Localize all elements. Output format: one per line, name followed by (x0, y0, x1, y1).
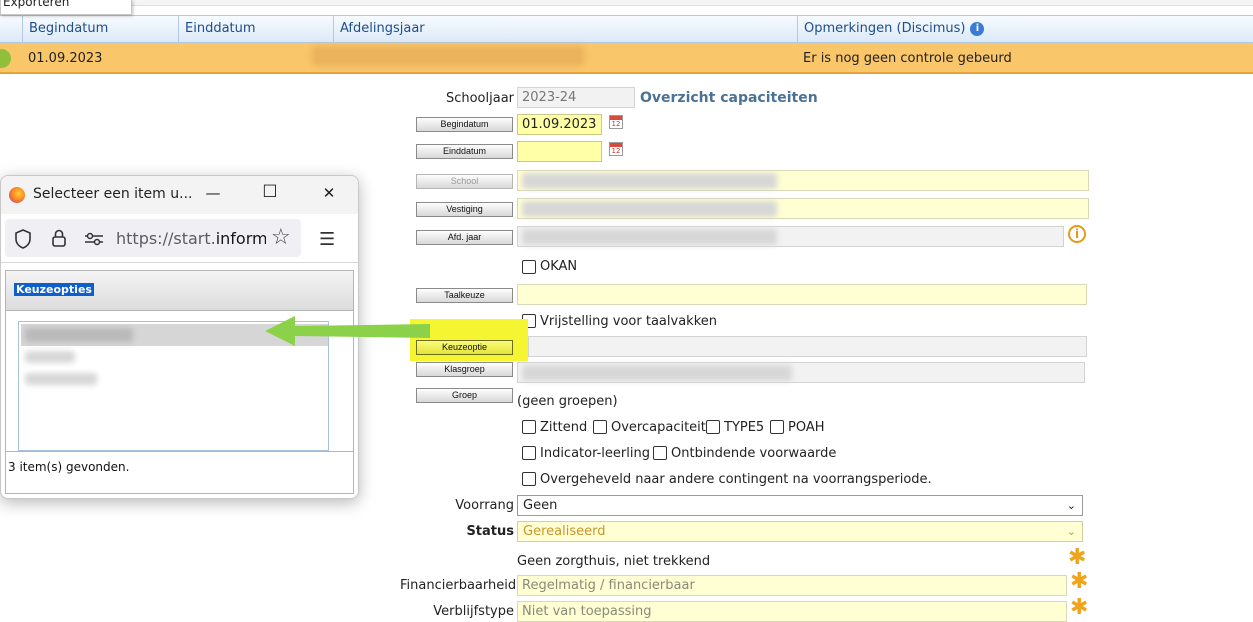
keuzeopties-panel: Keuzeopties 3 item(s) gevonden. (5, 270, 354, 494)
close-icon[interactable]: ✕ (319, 184, 339, 202)
financierbaarheid-field[interactable]: Regelmatig / financierbaar (517, 575, 1067, 596)
maximize-icon[interactable]: ☐ (260, 182, 280, 202)
zittend-label: Zittend (540, 420, 588, 435)
asterisk-icon: ✱ (1070, 569, 1089, 594)
school-field[interactable] (517, 170, 1089, 191)
afd-jaar-field (517, 226, 1064, 247)
financierbaarheid-label: Financierbaarheid (400, 578, 517, 593)
warning-info-icon[interactable]: i (1068, 225, 1086, 243)
popup-titlebar[interactable]: Selecteer een item u... — ☐ ✕ (1, 176, 358, 214)
grid-header: Begindatum Einddatum Afdelingsjaar Opmer… (0, 15, 1253, 43)
panel-header: Keuzeopties (6, 271, 353, 311)
calendar-icon[interactable]: 12 (609, 115, 623, 129)
table-row[interactable]: 01.09.2023 Er is nog geen controle gebeu… (0, 43, 1253, 74)
type5-checkbox[interactable] (706, 420, 720, 434)
schooljaar-label: Schooljaar (445, 91, 514, 106)
green-arrow-annotation (265, 316, 430, 346)
poah-checkbox[interactable] (770, 420, 784, 434)
begindatum-button[interactable]: Begindatum (416, 117, 513, 132)
column-header-opmerkingen[interactable]: Opmerkingen (Discimus) i (797, 16, 1253, 42)
list-item[interactable] (21, 346, 328, 368)
keuzeoptie-field (528, 336, 1087, 357)
chevron-down-icon: ⌄ (1066, 525, 1076, 538)
overzicht-capaciteiten-link[interactable]: Overzicht capaciteiten (640, 90, 818, 106)
list-item[interactable] (21, 368, 328, 390)
begindatum-field[interactable]: 01.09.2023 (517, 114, 602, 135)
type5-label: TYPE5 (724, 420, 765, 435)
shield-icon[interactable] (14, 229, 32, 249)
asterisk-icon: ✱ (1070, 595, 1089, 620)
einddatum-field[interactable] (517, 141, 602, 162)
zittend-checkbox[interactable] (522, 420, 536, 434)
status-select[interactable]: Gerealiseerd ⌄ (517, 521, 1083, 542)
column-header-afdelingsjaar[interactable]: Afdelingsjaar (333, 16, 797, 42)
cell-begindatum: 01.09.2023 (28, 51, 103, 66)
school-button[interactable]: School (416, 174, 513, 189)
voorrang-value: Geen (523, 498, 558, 513)
lock-icon[interactable] (51, 228, 67, 248)
okan-label: OKAN (540, 259, 578, 274)
voorrang-label: Voorrang (455, 498, 514, 513)
chevron-down-icon: ⌄ (1066, 499, 1076, 512)
export-menu: Exporteren (0, 0, 132, 15)
indicator-leerling-checkbox[interactable] (522, 446, 536, 460)
bookmark-star-icon[interactable]: ☆ (271, 225, 291, 250)
poah-label: POAH (788, 420, 825, 435)
hamburger-menu-icon[interactable]: ☰ (319, 229, 335, 250)
vrijstelling-label: Vrijstelling voor taalvakken (540, 314, 717, 329)
overgeheveld-checkbox[interactable] (522, 472, 536, 486)
einddatum-button[interactable]: Einddatum (416, 144, 513, 159)
overcapaciteit-checkbox[interactable] (593, 420, 607, 434)
zorg-text: Geen zorgthuis, niet trekkend (517, 554, 711, 569)
item-count-text: 3 item(s) gevonden. (8, 460, 130, 474)
taalkeuze-field[interactable] (517, 284, 1087, 305)
voorrang-select[interactable]: Geen ⌄ (517, 495, 1083, 516)
popup-title: Selecteer een item u... (33, 186, 193, 202)
taalkeuze-button[interactable]: Taalkeuze (416, 288, 513, 303)
overgeheveld-label: Overgeheveld naar andere contingent na v… (540, 472, 932, 487)
klasgroep-button[interactable]: Klasgroep (416, 362, 513, 377)
schooljaar-field: 2023-24 (517, 87, 635, 108)
asterisk-icon: ✱ (1068, 545, 1087, 570)
calendar-icon[interactable]: 12 (609, 142, 623, 156)
url-bar[interactable]: https://start.informa ☆ (5, 219, 301, 257)
info-icon[interactable]: i (970, 21, 985, 36)
cell-afdelingsjaar-redacted (312, 46, 584, 77)
afd-jaar-button[interactable]: Afd. jaar (416, 230, 513, 245)
status-dot-icon (0, 49, 11, 68)
minimize-icon[interactable]: — (203, 184, 223, 202)
vestiging-button[interactable]: Vestiging (416, 202, 513, 217)
cell-opmerking: Er is nog geen controle gebeurd (803, 51, 1012, 66)
ontbindende-voorwaarde-label: Ontbindende voorwaarde (671, 446, 837, 461)
okan-checkbox[interactable] (522, 260, 536, 274)
verblijfstype-label: Verblijfstype (433, 604, 514, 619)
top-toolbar-strip (0, 0, 1253, 6)
overcapaciteit-label: Overcapaciteit (611, 420, 706, 435)
permissions-icon[interactable] (84, 231, 104, 247)
column-header-einddatum[interactable]: Einddatum (178, 16, 333, 42)
ontbindende-voorwaarde-checkbox[interactable] (653, 446, 667, 460)
divider (1, 262, 358, 263)
geen-groepen-text: (geen groepen) (517, 394, 618, 409)
indicator-leerling-label: Indicator-leerling (540, 446, 650, 461)
groep-button[interactable]: Groep (416, 388, 513, 403)
status-label: Status (466, 524, 514, 539)
panel-footer: 3 item(s) gevonden. (6, 451, 353, 493)
vestiging-field[interactable] (517, 198, 1089, 219)
url-text[interactable]: https://start.informa (116, 229, 266, 248)
menu-item-exporteren[interactable]: Exporteren (3, 0, 69, 9)
panel-title: Keuzeopties (14, 283, 94, 296)
column-header-begindatum[interactable]: Begindatum (22, 16, 178, 42)
firefox-icon (9, 187, 25, 203)
status-value: Gerealiseerd (523, 524, 606, 539)
klasgroep-field (517, 362, 1085, 383)
